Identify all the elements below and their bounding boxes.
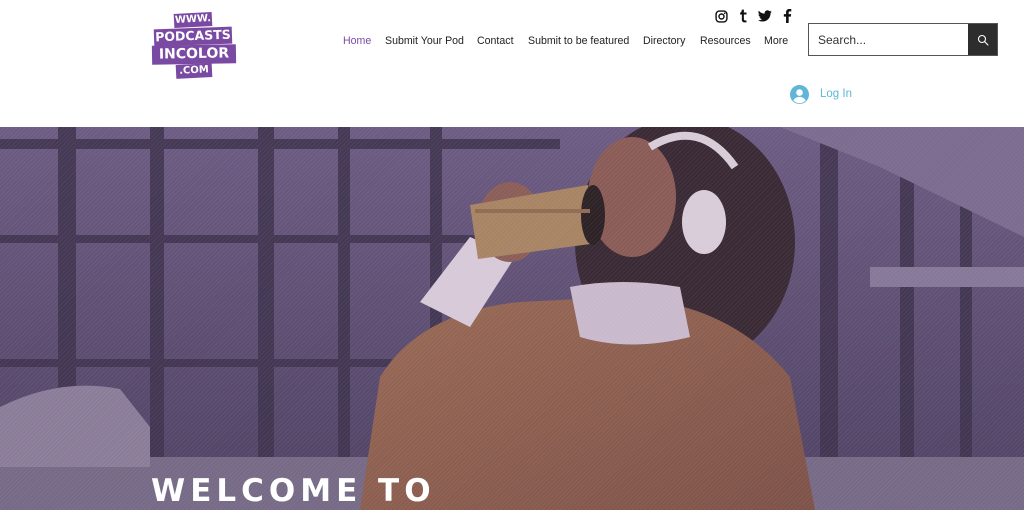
logo-text-com: .COM xyxy=(175,63,213,79)
nav-item-submit-your-pod[interactable]: Submit Your Pod xyxy=(385,35,464,47)
nav-item-directory[interactable]: Directory xyxy=(643,35,685,47)
hero-banner: WELCOME TO xyxy=(0,127,1024,510)
twitter-icon[interactable] xyxy=(758,9,772,23)
logo-text-www: WWW. xyxy=(173,12,213,28)
search-button[interactable] xyxy=(968,24,997,55)
hero-overlay xyxy=(0,127,1024,510)
search-input[interactable] xyxy=(809,24,969,55)
facebook-icon[interactable] xyxy=(780,9,794,23)
nav-item-resources[interactable]: Resources xyxy=(700,35,751,47)
nav-item-submit-to-be-featured[interactable]: Submit to be featured xyxy=(528,35,629,47)
login-link[interactable]: Log In xyxy=(790,84,852,104)
search-box xyxy=(808,23,998,56)
logo-text-incolor: INCOLOR xyxy=(151,44,237,65)
site-logo[interactable]: WWW. PODCASTS INCOLOR .COM xyxy=(151,12,237,79)
nav-item-more[interactable]: More xyxy=(764,35,788,47)
login-label: Log In xyxy=(820,88,852,100)
nav-item-home[interactable]: Home xyxy=(343,35,371,47)
search-icon xyxy=(977,34,989,46)
logo-text-podcasts: PODCASTS xyxy=(153,26,233,47)
hero-title: WELCOME TO xyxy=(151,473,436,509)
tumblr-icon[interactable] xyxy=(736,9,750,23)
instagram-icon[interactable] xyxy=(714,9,728,23)
site-header: WWW. PODCASTS INCOLOR .COM Home Submit Y… xyxy=(0,0,1024,127)
nav-item-contact[interactable]: Contact xyxy=(477,35,514,47)
user-avatar-icon xyxy=(790,84,809,104)
